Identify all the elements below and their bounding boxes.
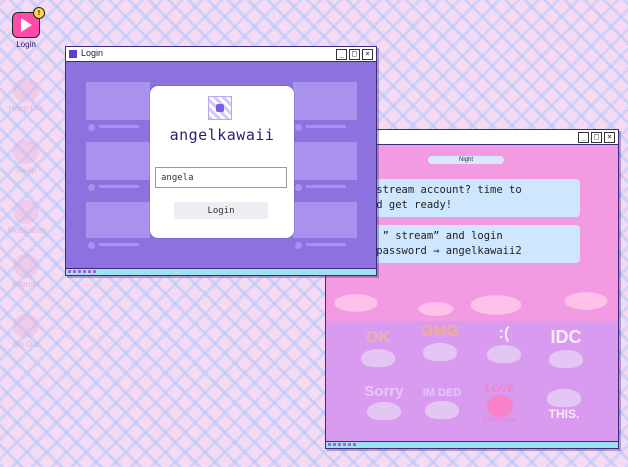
go-out-icon	[13, 314, 39, 338]
sticker-im-ded[interactable]: IM DED	[412, 387, 472, 419]
notification-badge-icon: !	[33, 7, 45, 19]
sticker-ok[interactable]: OK	[348, 329, 408, 367]
medication-icon	[13, 200, 39, 224]
desktop-icon-label: Hang Out	[8, 104, 44, 113]
login-card: angelkawaii Login	[150, 86, 294, 238]
close-icon[interactable]: ×	[362, 49, 373, 60]
sticker-text: FOREVER	[483, 417, 517, 424]
placeholder-dot	[295, 242, 302, 249]
desktop-icon-label: Go Out	[13, 340, 39, 349]
sticker-text: IDC	[550, 327, 582, 347]
cat-icon	[423, 343, 457, 361]
window-icon	[69, 50, 77, 58]
sticker-omg[interactable]: OMG	[410, 323, 470, 361]
stream-window-statusbar	[326, 441, 618, 448]
avatar	[208, 96, 232, 120]
sticker-text: :(	[498, 325, 510, 342]
desktop-icon-label: Internet	[12, 280, 40, 289]
placeholder-line	[306, 243, 346, 246]
cat-icon	[549, 350, 583, 368]
placeholder-line	[306, 125, 346, 128]
sticker-sad[interactable]: :(	[474, 325, 534, 363]
hang-out-icon	[13, 78, 39, 102]
placeholder-dot	[295, 184, 302, 191]
sticker-this[interactable]: THIS.	[534, 387, 594, 421]
placeholder-card	[86, 82, 150, 120]
placeholder-line	[99, 185, 139, 188]
sticker-text: LOVE	[485, 383, 515, 395]
desktop-icon-internet[interactable]: Internet	[8, 254, 44, 289]
placeholder-line	[306, 185, 346, 188]
login-button[interactable]: Login	[174, 202, 268, 219]
placeholder-line	[99, 243, 139, 246]
placeholder-card	[293, 202, 357, 238]
placeholder-card	[293, 142, 357, 180]
maximize-icon[interactable]: □	[349, 49, 360, 60]
login-window-title: Login	[81, 48, 104, 58]
cat-icon	[367, 402, 401, 420]
cat-icon	[425, 401, 459, 419]
maximize-icon[interactable]: □	[591, 132, 602, 143]
minimize-icon[interactable]: _	[336, 49, 347, 60]
sleep-icon	[13, 140, 39, 164]
desktop-icon-sleep[interactable]: Sleep	[8, 140, 44, 175]
cloud-decoration	[326, 275, 618, 321]
close-icon[interactable]: ×	[604, 132, 615, 143]
login-window-body: angelkawaii Login	[66, 62, 376, 268]
cat-icon	[547, 389, 581, 407]
desktop-icon-login[interactable]: ! Login	[8, 7, 45, 49]
desktop-icon-medication[interactable]: Medication	[8, 200, 47, 235]
placeholder-dot	[88, 242, 95, 249]
play-icon	[21, 18, 32, 32]
sticker-love-forever[interactable]: LOVE FOREVER	[470, 383, 530, 424]
desktop-icon-label: Login	[16, 40, 36, 49]
placeholder-line	[99, 125, 139, 128]
login-app-icon: !	[12, 7, 45, 38]
placeholder-dot	[88, 184, 95, 191]
desktop-icon-label: Medication	[8, 226, 47, 235]
placeholder-card	[86, 142, 150, 180]
sticker-text: THIS.	[548, 407, 580, 421]
sticker-text: OK	[366, 329, 390, 346]
placeholder-dot	[88, 124, 95, 131]
password-input[interactable]	[155, 167, 287, 188]
time-of-day-pill: Night	[428, 156, 504, 164]
desktop-icon-label: Sleep	[15, 166, 37, 175]
desktop-icon-hang-out[interactable]: Hang Out	[8, 78, 44, 113]
login-window-titlebar[interactable]: Login _ □ ×	[66, 47, 376, 62]
cat-icon	[361, 349, 395, 367]
cat-icon	[487, 345, 521, 363]
heart-icon	[487, 395, 513, 417]
login-window: Login _ □ × angelkawaii Login	[65, 46, 377, 276]
login-window-statusbar	[66, 268, 376, 275]
internet-icon	[13, 254, 39, 278]
sticker-text: IM DED	[422, 387, 462, 399]
sticker-panel: OK OMG :( IDC Sorry IM DED LOVE FOREVER …	[326, 321, 618, 441]
minimize-icon[interactable]: _	[578, 132, 589, 143]
sticker-sorry[interactable]: Sorry	[354, 383, 414, 420]
sticker-text: OMG	[420, 323, 460, 340]
placeholder-dot	[295, 124, 302, 131]
account-username: angelkawaii	[169, 126, 275, 144]
placeholder-card	[86, 202, 150, 238]
desktop-icon-go-out[interactable]: Go Out	[8, 314, 44, 349]
sticker-idc[interactable]: IDC	[536, 327, 596, 368]
sticker-text: Sorry	[364, 383, 404, 400]
placeholder-card	[293, 82, 357, 120]
